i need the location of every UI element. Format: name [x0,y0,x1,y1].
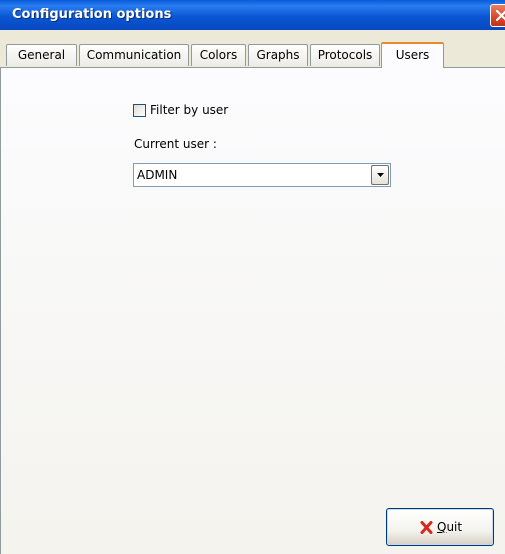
tab-general[interactable]: General [6,44,77,66]
tab-users[interactable]: Users [381,42,444,68]
tab-graphs[interactable]: Graphs [248,44,308,66]
quit-label-rest: uit [446,520,463,534]
window-title: Configuration options [12,7,172,22]
chevron-down-icon [377,173,384,177]
tab-colors[interactable]: Colors [191,44,246,66]
title-bar[interactable]: Configuration options [0,0,505,30]
current-user-label: Current user : [134,137,217,151]
red-x-icon [420,521,433,534]
configuration-window: Configuration options General Communicat… [0,0,505,554]
close-button[interactable] [490,4,505,27]
filter-by-user-checkbox[interactable] [133,104,146,117]
close-icon [495,9,505,22]
quit-label: Quit [437,520,462,534]
dropdown-button[interactable] [371,165,389,185]
filter-by-user-label[interactable]: Filter by user [150,103,228,117]
tab-communication[interactable]: Communication [79,44,189,66]
current-user-value: ADMIN [137,168,178,182]
current-user-dropdown[interactable]: ADMIN [133,163,391,187]
users-tab-panel [0,68,505,554]
quit-button[interactable]: Quit [386,508,494,546]
tab-protocols[interactable]: Protocols [310,44,380,66]
